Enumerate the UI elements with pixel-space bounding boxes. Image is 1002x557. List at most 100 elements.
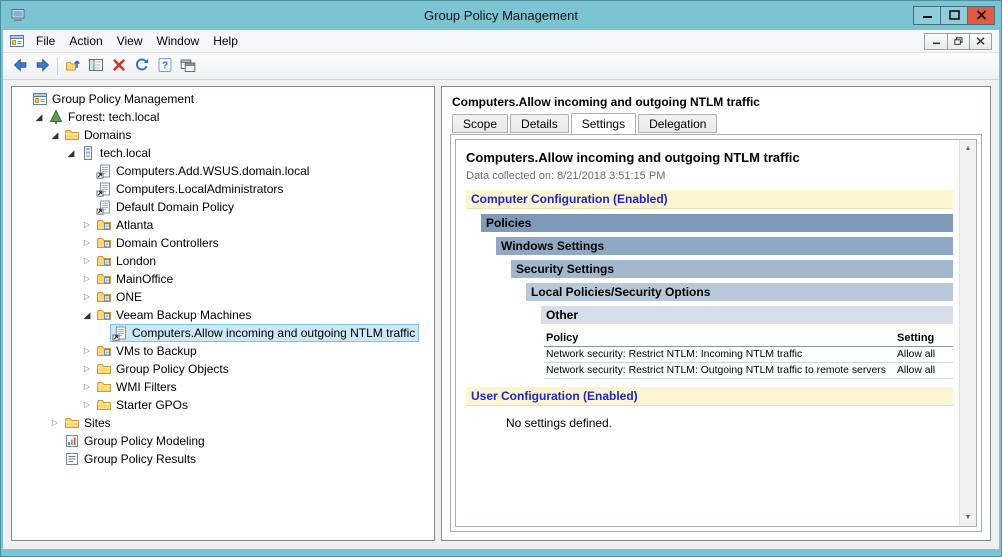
close-icon (976, 34, 985, 48)
tree-item-content[interactable]: MainOffice (94, 270, 177, 288)
tree-item[interactable]: ▷WMI Filters (12, 378, 434, 396)
no-settings-text: No settings defined. (506, 416, 953, 430)
tree-item[interactable]: ▷London (12, 252, 434, 270)
minimize-button[interactable] (913, 6, 941, 25)
tree-item[interactable]: ◢Veeam Backup Machines (12, 306, 434, 324)
tree-item[interactable]: ▷VMs to Backup (12, 342, 434, 360)
collapse-arrow-icon[interactable]: ◢ (48, 126, 62, 144)
tree-item[interactable]: ▷Starter GPOs (12, 396, 434, 414)
tree-item[interactable]: Default Domain Policy (12, 198, 434, 216)
mdi-close-button[interactable] (969, 34, 991, 49)
maximize-button[interactable] (940, 6, 968, 25)
help-button[interactable]: ? (153, 55, 176, 78)
expand-arrow-icon[interactable]: ▷ (80, 270, 94, 288)
tree-item[interactable]: Computers.LocalAdministrators (12, 180, 434, 198)
menu-item-action[interactable]: Action (62, 31, 109, 51)
tab-delegation[interactable]: Delegation (638, 114, 717, 133)
titlebar[interactable]: Group Policy Management (1, 1, 1001, 30)
expand-arrow-icon[interactable]: ▷ (80, 360, 94, 378)
mdi-restore-button[interactable] (947, 34, 969, 49)
tree-item-content[interactable]: Starter GPOs (94, 396, 192, 414)
tree-item[interactable]: ▷ ONE (12, 288, 434, 306)
tree-item-content[interactable]: Group Policy Objects (94, 360, 233, 378)
menu-item-window[interactable]: Window (150, 31, 207, 51)
tree-item[interactable]: ◢Forest: tech.local (12, 108, 434, 126)
menu-item-view[interactable]: View (110, 31, 150, 51)
collapse-arrow-icon[interactable]: ◢ (32, 108, 46, 126)
tree-item[interactable]: ◢Domains (12, 126, 434, 144)
tree-item-content[interactable]: WMI Filters (94, 378, 181, 396)
tab-scope[interactable]: Scope (452, 114, 508, 133)
menu-item-help[interactable]: Help (206, 31, 245, 51)
tree-item[interactable]: ▷Domain Controllers (12, 234, 434, 252)
tree-item-content[interactable]: Veeam Backup Machines (94, 306, 255, 324)
tree-item[interactable]: Group Policy Management (12, 90, 434, 108)
mdi-controls (924, 33, 992, 50)
up-one-level-button[interactable] (61, 55, 84, 78)
tree-item-content[interactable]: Computers.LocalAdministrators (94, 180, 287, 198)
tree-item[interactable]: Computers.Allow incoming and outgoing NT… (12, 324, 434, 342)
tree-item-content[interactable]: Computers.Allow incoming and outgoing NT… (110, 324, 419, 342)
tree-item-content[interactable]: Sites (62, 414, 115, 432)
collapse-arrow-icon[interactable]: ◢ (80, 306, 94, 324)
scroll-up-button[interactable]: ▲ (960, 140, 976, 157)
expand-arrow-icon[interactable]: ▷ (80, 252, 94, 270)
back-button[interactable] (8, 55, 31, 78)
new-window-button[interactable] (176, 55, 199, 78)
report-level-header[interactable]: Policies (481, 214, 953, 232)
expand-arrow-icon[interactable]: ▷ (80, 396, 94, 414)
tree-item-content[interactable]: Group Policy Management (30, 90, 198, 108)
delete-button[interactable] (107, 55, 130, 78)
minimize-icon (922, 9, 933, 23)
tree-item[interactable]: ▷Group Policy Objects (12, 360, 434, 378)
tree-item-content[interactable]: tech.local (78, 144, 155, 162)
tab-details[interactable]: Details (510, 114, 569, 133)
report-config-header[interactable]: User Configuration (Enabled) (466, 387, 953, 406)
tree-item-content[interactable]: Forest: tech.local (46, 108, 163, 126)
expand-arrow-icon[interactable]: ▷ (80, 216, 94, 234)
mdi-minimize-button[interactable] (925, 34, 947, 49)
tree-item-content[interactable]: ONE (94, 288, 146, 306)
tree-item[interactable]: ▷Sites (12, 414, 434, 432)
tree-item-content[interactable]: Default Domain Policy (94, 198, 238, 216)
forward-button[interactable] (31, 55, 54, 78)
tree-item-content[interactable]: VMs to Backup (94, 342, 201, 360)
domain-icon (80, 145, 96, 161)
expand-arrow-icon[interactable]: ▷ (48, 414, 62, 432)
tree-item-content[interactable]: Domains (62, 126, 135, 144)
tree-item[interactable]: ◢tech.local (12, 144, 434, 162)
tree-item[interactable]: Group Policy Modeling (12, 432, 434, 450)
toolbar-separator (57, 58, 58, 75)
tree-item[interactable]: Group Policy Results (12, 450, 434, 468)
menu-item-file[interactable]: File (29, 31, 62, 51)
tree-item[interactable]: ▷Atlanta (12, 216, 434, 234)
expand-arrow-icon[interactable]: ▷ (80, 342, 94, 360)
tree-item-content[interactable]: Domain Controllers (94, 234, 223, 252)
report-level-header[interactable]: Other (541, 306, 953, 324)
console-root-icon (32, 91, 48, 107)
tab-settings[interactable]: Settings (571, 113, 636, 134)
tree-item-content[interactable]: Group Policy Modeling (62, 432, 209, 450)
tree-item-content[interactable]: Group Policy Results (62, 450, 200, 468)
expand-arrow-icon[interactable]: ▷ (80, 234, 94, 252)
report-scrollbar[interactable]: ▲ ▼ (959, 140, 976, 526)
settings-table: PolicySettingNetwork security: Restrict … (544, 331, 953, 379)
refresh-button[interactable] (130, 55, 153, 78)
report-level-header[interactable]: Windows Settings (496, 237, 953, 255)
tree-item[interactable]: ▷MainOffice (12, 270, 434, 288)
report-level-header[interactable]: Security Settings (511, 260, 953, 278)
report-heading: Computers.Allow incoming and outgoing NT… (466, 150, 953, 165)
show-console-tree-button[interactable] (84, 55, 107, 78)
tree-item[interactable]: Computers.Add.WSUS.domain.local (12, 162, 434, 180)
report-config-header[interactable]: Computer Configuration (Enabled) (466, 190, 953, 209)
tree-item-content[interactable]: London (94, 252, 160, 270)
collapse-arrow-icon[interactable]: ◢ (64, 144, 78, 162)
close-button[interactable] (967, 6, 995, 25)
expand-arrow-icon[interactable]: ▷ (80, 378, 94, 396)
expand-arrow-icon[interactable]: ▷ (80, 288, 94, 306)
tree-item-content[interactable]: Computers.Add.WSUS.domain.local (94, 162, 313, 180)
tree-item-content[interactable]: Atlanta (94, 216, 157, 234)
scroll-down-button[interactable]: ▼ (960, 509, 976, 526)
report-level-header[interactable]: Local Policies/Security Options (526, 283, 953, 301)
tree-item-label: ONE (116, 288, 142, 306)
